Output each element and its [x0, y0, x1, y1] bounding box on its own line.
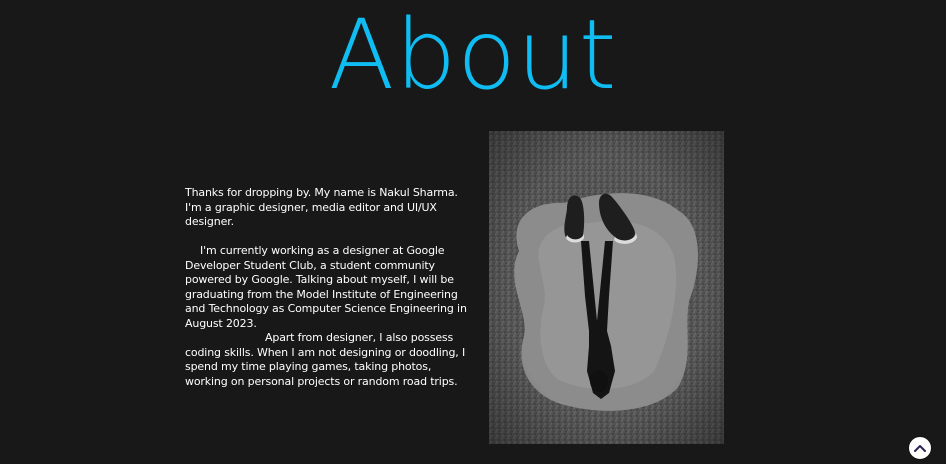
page-title: About: [328, 0, 618, 111]
about-paragraph-intro: Thanks for dropping by. My name is Nakul…: [185, 186, 458, 228]
profile-photo-image: [489, 131, 724, 444]
chevron-up-icon: [914, 445, 926, 452]
scroll-to-top-button[interactable]: [908, 436, 932, 460]
profile-photo: [489, 131, 724, 444]
about-text: Thanks for dropping by. My name is Nakul…: [185, 186, 475, 389]
about-paragraph-hobbies: Apart from designer, I also possess codi…: [185, 331, 466, 388]
about-paragraph-work: I'm currently working as a designer at G…: [185, 244, 467, 330]
